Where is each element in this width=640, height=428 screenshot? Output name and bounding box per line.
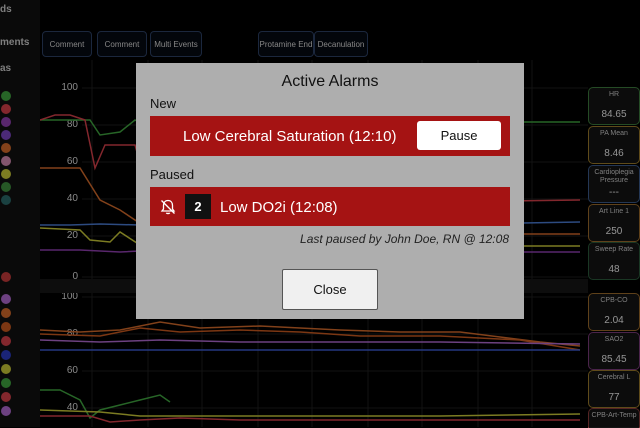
dialog-title: Active Alarms [281,73,379,90]
paused-section-label: Paused [150,167,195,182]
new-alarm-text: Low Cerebral Saturation (12:10) [183,128,397,145]
active-alarms-dialog: Active Alarms New Low Cerebral Saturatio… [136,63,524,319]
paused-alarm-text: Low DO2i (12:08) [220,199,338,216]
close-button[interactable]: Close [282,269,378,310]
pause-button[interactable]: Pause [417,121,501,150]
bell-off-icon [159,198,177,216]
new-section-label: New [150,96,177,111]
last-paused-note: Last paused by John Doe, RN @ 12:08 [300,232,509,246]
new-alarm-row: Low Cerebral Saturation (12:10) Pause [150,116,510,156]
paused-count-badge: 2 [185,194,211,219]
paused-alarm-row[interactable]: 2 Low DO2i (12:08) [150,187,510,226]
